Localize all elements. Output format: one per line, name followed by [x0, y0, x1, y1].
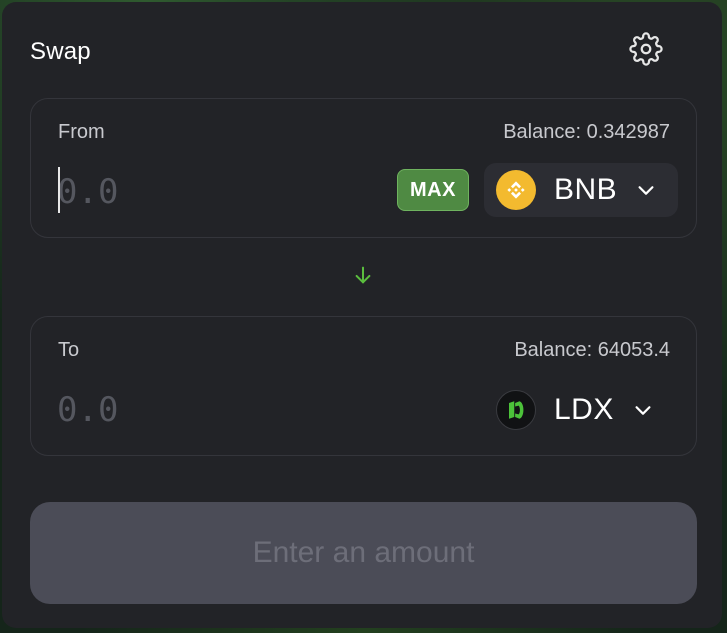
max-button[interactable]: MAX	[397, 169, 469, 211]
from-token-selector[interactable]: BNB	[484, 163, 678, 217]
page-title: Swap	[30, 38, 91, 65]
chevron-down-icon	[638, 186, 654, 195]
from-amount-input[interactable]	[57, 169, 357, 215]
to-token-selector[interactable]: LDX	[484, 383, 678, 437]
text-cursor	[58, 167, 60, 213]
bnb-token-icon	[496, 170, 536, 210]
to-panel: To Balance: 64053.4 LDX	[30, 316, 697, 456]
from-label: From	[58, 121, 105, 143]
from-token-symbol: BNB	[554, 173, 618, 206]
ldx-token-icon	[496, 390, 536, 430]
from-panel: From Balance: 0.342987 MAX BNB	[30, 98, 697, 238]
chevron-down-icon	[635, 406, 651, 415]
from-balance: Balance: 0.342987	[503, 121, 670, 143]
to-token-symbol: LDX	[554, 393, 614, 426]
arrow-down-icon[interactable]	[352, 264, 374, 286]
gear-icon[interactable]	[629, 32, 663, 66]
enter-amount-button[interactable]: Enter an amount	[30, 502, 697, 604]
to-label: To	[58, 339, 80, 361]
swap-card: Swap From Balance: 0.342987 MAX	[2, 2, 722, 628]
to-balance: Balance: 64053.4	[514, 339, 670, 361]
to-amount-input[interactable]	[57, 387, 357, 433]
